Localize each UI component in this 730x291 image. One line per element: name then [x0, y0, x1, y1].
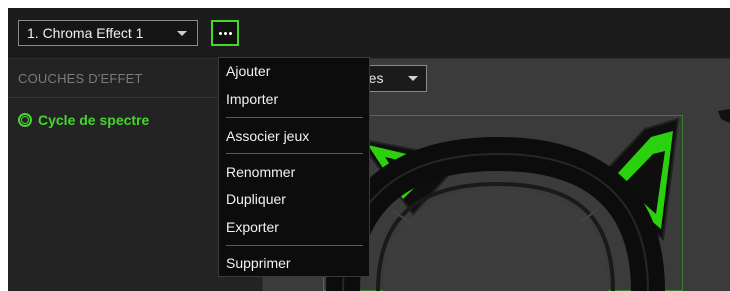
menu-item-importer[interactable]: Importer: [226, 88, 278, 110]
layer-label: Cycle de spectre: [38, 112, 150, 128]
more-options-menu: Ajouter Importer Associer jeux Renommer …: [218, 57, 370, 277]
menu-divider: [226, 245, 363, 246]
layer-item-spectrum-cycle[interactable]: Cycle de spectre: [18, 110, 149, 130]
effect-layers-title: COUCHES D'EFFET: [18, 71, 143, 86]
menu-divider: [226, 117, 363, 118]
menu-item-renommer[interactable]: Renommer: [226, 161, 295, 183]
menu-item-supprimer[interactable]: Supprimer: [226, 252, 291, 274]
top-bar: 1. Chroma Effect 1: [8, 8, 730, 59]
chroma-studio-window: 1. Chroma Effect 1 COUCHES D'EFFET Cycle…: [8, 8, 730, 291]
effect-select-label: 1. Chroma Effect 1: [27, 25, 144, 41]
effect-select-dropdown[interactable]: 1. Chroma Effect 1: [18, 20, 198, 46]
menu-item-exporter[interactable]: Exporter: [226, 216, 279, 238]
chevron-down-icon: [177, 31, 187, 36]
menu-item-ajouter[interactable]: Ajouter: [226, 60, 270, 82]
menu-item-associer-jeux[interactable]: Associer jeux: [226, 125, 309, 147]
menu-item-dupliquer[interactable]: Dupliquer: [226, 188, 286, 210]
more-options-button[interactable]: [211, 20, 239, 46]
menu-divider: [226, 153, 363, 154]
more-dots-icon: [218, 31, 222, 35]
spectrum-cycle-icon: [18, 113, 32, 127]
device-edge-shape: [718, 109, 730, 123]
